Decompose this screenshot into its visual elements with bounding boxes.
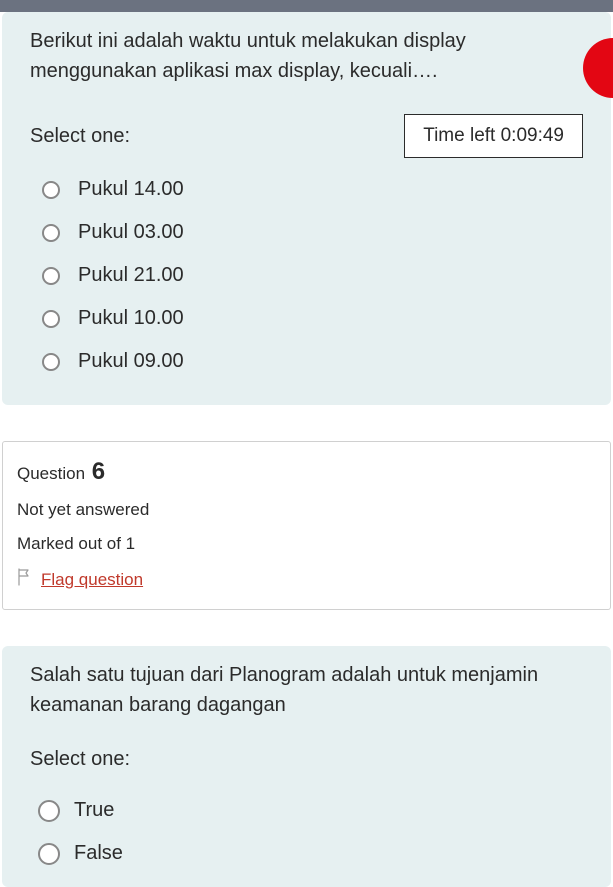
option-row-true: True (38, 799, 583, 822)
option-row: Pukul 09.00 (42, 350, 583, 373)
question-card-5: Berikut ini adalah waktu untuk melakukan… (2, 12, 611, 405)
question-meta-6: Question 6 Not yet answered Marked out o… (2, 441, 611, 610)
question-card-6: Salah satu tujuan dari Planogram adalah … (2, 646, 611, 887)
question-number: 6 (92, 458, 105, 485)
question-text-6: Salah satu tujuan dari Planogram adalah … (30, 660, 583, 720)
flag-link-text: Flag question (41, 570, 143, 590)
question-header: Question 6 (17, 458, 596, 486)
marks-line: Marked out of 1 (17, 534, 596, 554)
flag-icon (17, 568, 31, 591)
question-text-5: Berikut ini adalah waktu untuk melakukan… (30, 26, 583, 86)
select-row-5: Select one: Time left 0:09:49 (30, 114, 583, 158)
question-prefix: Question (17, 464, 85, 483)
radio-true[interactable] (38, 800, 60, 822)
topbar (0, 0, 613, 12)
answer-status: Not yet answered (17, 500, 596, 520)
option-label: Pukul 09.00 (78, 350, 184, 373)
option-label: Pukul 14.00 (78, 178, 184, 201)
option-label-false: False (74, 842, 123, 865)
option-row-false: False (38, 842, 583, 865)
select-one-label-5: Select one: (30, 125, 130, 148)
flag-question-button[interactable]: Flag question (17, 568, 596, 591)
option-label: Pukul 03.00 (78, 221, 184, 244)
radio-option-4[interactable] (42, 310, 60, 328)
timer-box: Time left 0:09:49 (404, 114, 583, 158)
option-label-true: True (74, 799, 114, 822)
radio-false[interactable] (38, 843, 60, 865)
option-row: Pukul 21.00 (42, 264, 583, 287)
option-label: Pukul 21.00 (78, 264, 184, 287)
radio-option-1[interactable] (42, 181, 60, 199)
tf-options-6: True False (30, 799, 583, 865)
select-one-label-6: Select one: (30, 748, 583, 771)
option-label: Pukul 10.00 (78, 307, 184, 330)
option-row: Pukul 03.00 (42, 221, 583, 244)
radio-option-5[interactable] (42, 353, 60, 371)
radio-option-2[interactable] (42, 224, 60, 242)
option-row: Pukul 10.00 (42, 307, 583, 330)
radio-option-3[interactable] (42, 267, 60, 285)
option-row: Pukul 14.00 (42, 178, 583, 201)
options-list-5: Pukul 14.00 Pukul 03.00 Pukul 21.00 Puku… (30, 178, 583, 373)
